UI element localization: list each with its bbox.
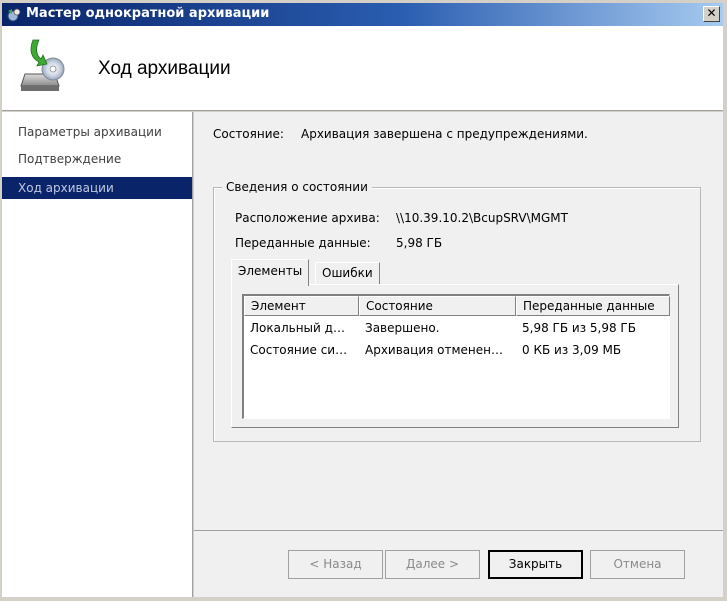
main-content: Состояние: Архивация завершена с предупр… [194,112,723,530]
sidebar-item-backup-options[interactable]: Параметры архивации [2,121,192,143]
title-bar[interactable]: Мастер однократной архивации ✕ [2,3,723,26]
button-bar: < Назад Далее > Закрыть Отмена [194,530,723,597]
column-header-transferred[interactable]: Переданные данные [516,296,670,316]
backup-wizard-icon [7,8,21,22]
cell-status: Завершено. [365,321,440,335]
cell-item: Состояние си… [250,343,348,357]
location-label: Расположение архива: [235,211,380,225]
wizard-steps-sidebar: Параметры архивации Подтверждение Ход ар… [2,112,193,597]
items-tab-panel: Элемент Состояние Переданные данные Лока… [231,284,679,428]
status-label: Состояние: [213,127,284,141]
tab-items[interactable]: Элементы [231,259,310,286]
status-details-group: Сведения о состоянии Расположение архива… [213,180,701,442]
cell-transferred: 5,98 ГБ из 5,98 ГБ [522,321,636,335]
cell-status: Архивация отменен… [365,343,503,357]
back-button[interactable]: < Назад [288,550,383,579]
wizard-header: Ход архивации [2,26,723,111]
items-list[interactable]: Элемент Состояние Переданные данные Лока… [242,294,670,419]
column-header-status[interactable]: Состояние [359,296,516,316]
cell-item: Локальный д… [250,321,345,335]
tab-errors[interactable]: Ошибки [315,262,380,284]
group-legend: Сведения о состоянии [222,180,372,194]
wizard-window: Мастер однократной архивации ✕ Ход архив… [0,0,727,601]
table-row[interactable]: Локальный д… Завершено. 5,98 ГБ из 5,98 … [244,317,669,339]
page-title: Ход архивации [98,58,231,79]
close-button[interactable]: Закрыть [488,550,583,579]
sidebar-item-confirmation[interactable]: Подтверждение [2,148,192,170]
transferred-label: Переданные данные: [235,236,371,250]
cancel-button[interactable]: Отмена [590,550,685,579]
column-header-item[interactable]: Элемент [244,296,359,316]
cell-transferred: 0 КБ из 3,09 МБ [522,343,622,357]
status-value: Архивация завершена с предупреждениями. [301,127,588,141]
next-button[interactable]: Далее > [385,550,480,579]
close-icon[interactable]: ✕ [703,6,720,22]
window-title: Мастер однократной архивации [26,6,270,21]
table-row[interactable]: Состояние си… Архивация отменен… 0 КБ из… [244,339,669,361]
location-value: \\10.39.10.2\BcupSRV\MGMT [396,211,568,225]
disk-backup-icon [20,39,65,91]
list-header: Элемент Состояние Переданные данные [244,296,670,316]
transferred-value: 5,98 ГБ [396,236,443,250]
sidebar-item-backup-progress[interactable]: Ход архивации [2,177,192,199]
